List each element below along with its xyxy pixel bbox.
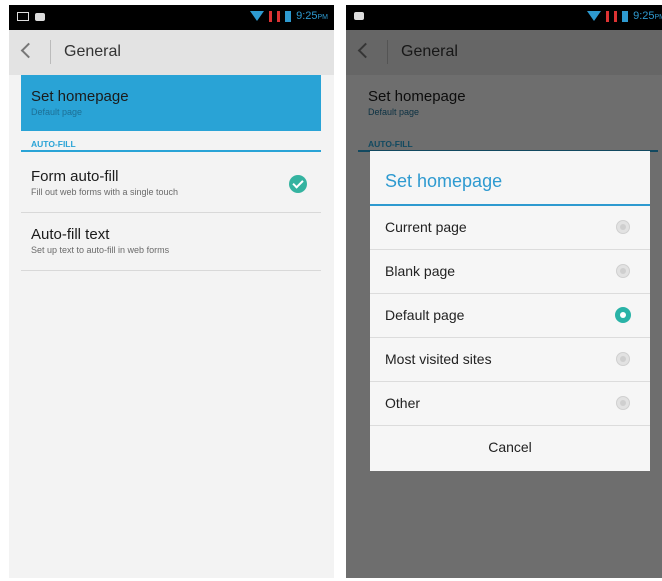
- option-label: Default page: [385, 307, 465, 323]
- radio-unselected-icon[interactable]: [616, 264, 630, 278]
- preference-title: Set homepage: [31, 88, 129, 105]
- preference-summary: Set up text to auto-fill in web forms: [31, 245, 170, 255]
- radio-unselected-icon[interactable]: [616, 352, 630, 366]
- option-other[interactable]: Other: [370, 382, 650, 426]
- action-bar: General: [9, 30, 334, 76]
- wifi-icon: [250, 11, 265, 21]
- option-blank-page[interactable]: Blank page: [370, 250, 650, 294]
- signal-icon: [614, 10, 618, 22]
- back-arrow-icon[interactable]: [20, 42, 37, 59]
- page-title: General: [64, 43, 121, 60]
- autofill-text-preference[interactable]: Auto-fill text Set up text to auto-fill …: [21, 213, 321, 271]
- option-label: Blank page: [385, 263, 456, 279]
- signal-icon: [269, 10, 273, 22]
- form-autofill-preference[interactable]: Form auto-fill Fill out web forms with a…: [21, 155, 321, 213]
- preference-summary: Default page: [31, 107, 83, 117]
- set-homepage-preference[interactable]: Set homepage Default page: [21, 75, 321, 131]
- signal-icon: [277, 10, 281, 22]
- option-label: Most visited sites: [385, 351, 492, 367]
- option-label: Other: [385, 395, 421, 411]
- autofill-section-header: AUTO-FILL: [21, 135, 321, 152]
- preference-summary: Fill out web forms with a single touch: [31, 187, 179, 197]
- status-bar: 9:25PM: [9, 5, 334, 30]
- set-homepage-dialog: Set homepage Current page Blank page Def…: [370, 151, 650, 471]
- message-icon: [35, 12, 45, 21]
- status-time: 9:25PM: [633, 10, 662, 22]
- preferences-list: Set homepage Default page AUTO-FILL Form…: [9, 75, 334, 578]
- wifi-icon: [587, 11, 602, 21]
- settings-screen-with-dialog: 9:25PM General Set homepage Default page…: [346, 5, 662, 578]
- option-most-visited-sites[interactable]: Most visited sites: [370, 338, 650, 382]
- option-default-page[interactable]: Default page: [370, 294, 650, 338]
- settings-screen: 9:25PM General Set homepage Default page…: [9, 5, 334, 578]
- radio-selected-icon[interactable]: [615, 307, 631, 323]
- option-label: Current page: [385, 219, 467, 235]
- checkbox-checked-icon[interactable]: [289, 175, 307, 193]
- cancel-button[interactable]: Cancel: [370, 426, 650, 470]
- message-icon: [354, 12, 364, 20]
- screenshot-icon: [17, 12, 29, 21]
- dialog-title: Set homepage: [370, 151, 650, 206]
- status-time: 9:25PM: [296, 10, 328, 22]
- battery-icon: [622, 10, 629, 22]
- status-bar: 9:25PM: [346, 5, 662, 30]
- preference-title: Auto-fill text: [31, 226, 110, 243]
- preference-title: Form auto-fill: [31, 168, 119, 185]
- action-bar-divider: [50, 40, 51, 64]
- option-current-page[interactable]: Current page: [370, 206, 650, 250]
- battery-icon: [285, 10, 292, 22]
- signal-icon: [606, 10, 610, 22]
- radio-unselected-icon[interactable]: [616, 220, 630, 234]
- radio-unselected-icon[interactable]: [616, 396, 630, 410]
